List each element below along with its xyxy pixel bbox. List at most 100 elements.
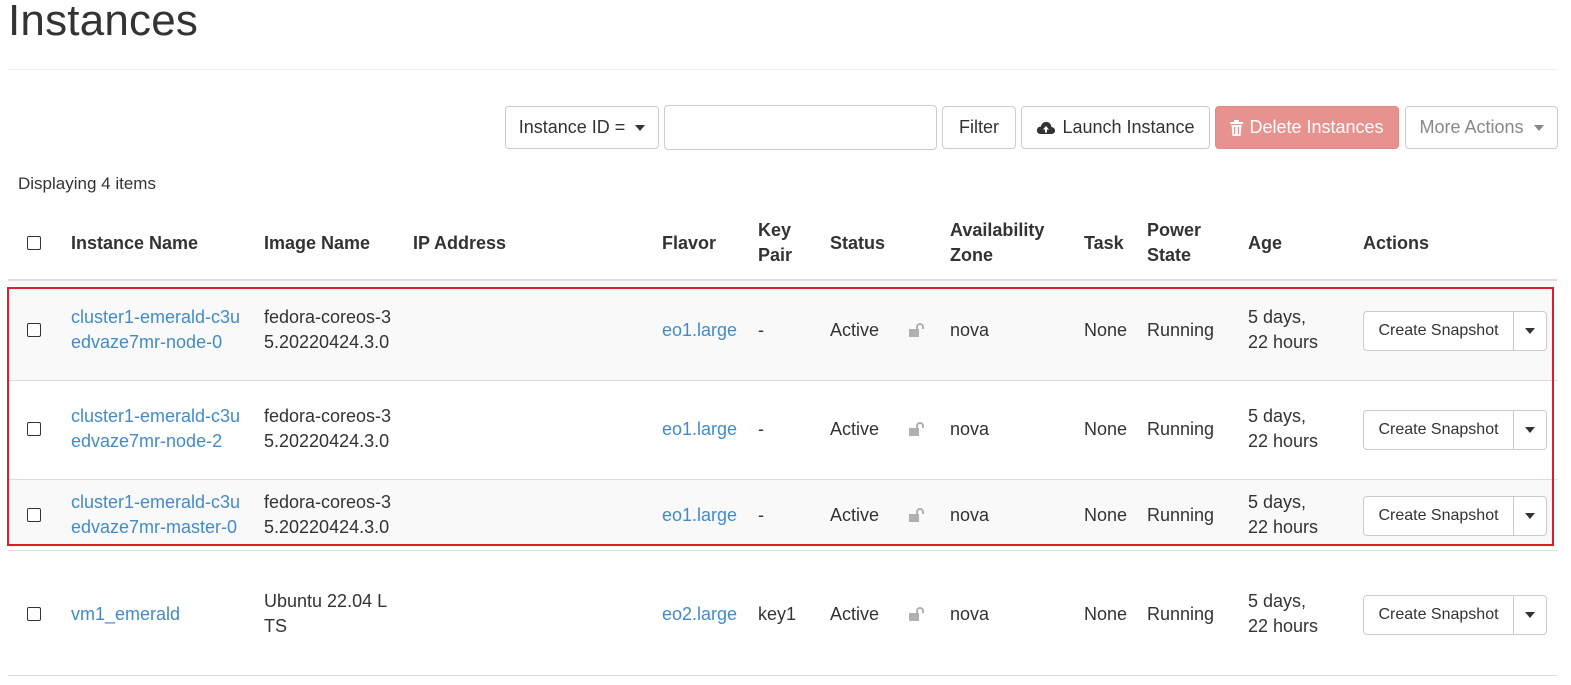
age-line1: 5 days,	[1248, 591, 1307, 611]
column-header-power-line1: Power	[1147, 220, 1202, 240]
row-divider	[8, 380, 1557, 381]
caret-down-icon	[1533, 124, 1544, 131]
unlock-icon	[909, 508, 924, 522]
row-actions-toggle[interactable]	[1513, 595, 1547, 635]
availability-zone-cell: nova	[950, 604, 990, 624]
column-header-power-line2: State	[1147, 245, 1192, 265]
age-cell: 5 days, 22 hours	[1248, 305, 1318, 355]
flavor-link[interactable]: eo1.large	[662, 318, 737, 343]
row-checkbox[interactable]	[27, 508, 41, 522]
create-snapshot-button[interactable]: Create Snapshot	[1363, 311, 1513, 351]
status-cell: Active	[830, 505, 880, 525]
column-header-ip-address[interactable]: IP Address	[413, 218, 506, 268]
row-actions-toggle[interactable]	[1513, 311, 1547, 351]
instance-name-line2: edvaze7mr-master-0	[71, 517, 238, 537]
table-row-bg	[8, 281, 1557, 380]
key-pair-cell: -	[758, 419, 764, 439]
age-line2: 22 hours	[1248, 332, 1319, 352]
unlock-icon	[909, 422, 924, 436]
filter-field-dropdown[interactable]: Instance ID =	[505, 106, 659, 149]
power-state-cell: Running	[1147, 419, 1215, 439]
image-name-line1: Ubuntu 22.04 L	[264, 591, 388, 611]
image-name-cell: fedora-coreos-3 5.20220424.3.0	[264, 305, 391, 355]
instance-name-line1: vm1_emerald	[71, 604, 181, 624]
column-header-availability-zone[interactable]: Availability Zone	[950, 218, 1044, 268]
flavor-link[interactable]: eo1.large	[662, 503, 737, 528]
key-pair-cell: key1	[758, 604, 797, 624]
age-line2: 22 hours	[1248, 616, 1319, 636]
filter-field-label: Instance ID =	[518, 117, 626, 137]
column-header-power-state[interactable]: Power State	[1147, 218, 1201, 268]
unlock-icon	[909, 323, 924, 337]
launch-instance-button[interactable]: Launch Instance	[1021, 106, 1210, 149]
instance-name-line1: cluster1-emerald-c3u	[71, 307, 241, 327]
delete-instances-label: Delete Instances	[1249, 117, 1384, 137]
task-cell: None	[1084, 419, 1128, 439]
column-header-age[interactable]: Age	[1248, 218, 1282, 268]
column-header-key-pair-line2: Pair	[758, 245, 793, 265]
image-name-cell: fedora-coreos-3 5.20220424.3.0	[264, 404, 391, 454]
age-line2: 22 hours	[1248, 431, 1319, 451]
instance-name-link[interactable]: cluster1-emerald-c3u edvaze7mr-node-0	[71, 305, 240, 355]
task-cell: None	[1084, 320, 1128, 340]
column-header-status[interactable]: Status	[830, 218, 885, 268]
caret-down-icon	[1525, 513, 1535, 519]
status-cell: Active	[830, 419, 880, 439]
row-actions-group: Create Snapshot	[1363, 496, 1547, 536]
key-pair-cell: -	[758, 505, 764, 525]
power-state-cell: Running	[1147, 320, 1215, 340]
availability-zone-cell: nova	[950, 320, 990, 340]
flavor-link[interactable]: eo1.large	[662, 417, 737, 442]
row-actions-group: Create Snapshot	[1363, 595, 1547, 635]
column-header-az-line1: Availability	[950, 220, 1045, 240]
image-name-line2: 5.20220424.3.0	[264, 332, 390, 352]
filter-input[interactable]	[664, 105, 937, 150]
age-line1: 5 days,	[1248, 406, 1307, 426]
column-header-actions: Actions	[1363, 232, 1430, 253]
row-actions-group: Create Snapshot	[1363, 311, 1547, 351]
create-snapshot-button[interactable]: Create Snapshot	[1363, 595, 1513, 635]
row-actions-toggle[interactable]	[1513, 410, 1547, 450]
column-header-flavor[interactable]: Flavor	[662, 218, 716, 268]
more-actions-dropdown[interactable]: More Actions	[1405, 106, 1558, 149]
filter-button[interactable]: Filter	[942, 106, 1016, 149]
unlock-icon	[909, 607, 924, 621]
create-snapshot-button[interactable]: Create Snapshot	[1363, 410, 1513, 450]
page-title: Instances	[8, 0, 199, 45]
table-bottom-divider	[8, 675, 1557, 676]
column-header-image-name[interactable]: Image Name	[264, 218, 370, 268]
launch-instance-label: Launch Instance	[1062, 117, 1195, 137]
instance-name-line1: cluster1-emerald-c3u	[71, 406, 241, 426]
row-actions-toggle[interactable]	[1513, 496, 1547, 536]
select-all-checkbox[interactable]	[27, 236, 41, 250]
cloud-upload-icon	[1037, 121, 1056, 134]
caret-down-icon	[1525, 427, 1535, 433]
row-checkbox[interactable]	[27, 607, 41, 621]
image-name-cell: Ubuntu 22.04 L TS	[264, 589, 387, 639]
instance-name-line1: cluster1-emerald-c3u	[71, 492, 241, 512]
column-header-instance-name[interactable]: Instance Name	[71, 218, 198, 268]
instance-name-link[interactable]: cluster1-emerald-c3u edvaze7mr-master-0	[71, 490, 240, 540]
image-name-line1: fedora-coreos-3	[264, 307, 392, 327]
display-count: Displaying 4 items	[18, 174, 156, 193]
flavor-link[interactable]: eo2.large	[662, 602, 737, 627]
instance-name-link[interactable]: vm1_emerald	[71, 602, 180, 627]
row-checkbox[interactable]	[27, 422, 41, 436]
task-cell: None	[1084, 505, 1128, 525]
instance-name-link[interactable]: cluster1-emerald-c3u edvaze7mr-node-2	[71, 404, 240, 454]
create-snapshot-button[interactable]: Create Snapshot	[1363, 496, 1513, 536]
column-header-key-pair[interactable]: Key Pair	[758, 218, 792, 268]
column-header-task[interactable]: Task	[1084, 218, 1124, 268]
delete-instances-button[interactable]: Delete Instances	[1215, 106, 1399, 149]
column-header-key-pair-line1: Key	[758, 220, 792, 240]
row-checkbox[interactable]	[27, 323, 41, 337]
instance-name-line2: edvaze7mr-node-0	[71, 332, 223, 352]
trash-icon	[1230, 119, 1244, 136]
age-cell: 5 days, 22 hours	[1248, 404, 1318, 454]
caret-down-icon	[635, 124, 646, 131]
column-header-az-line2: Zone	[950, 245, 993, 265]
more-actions-label: More Actions	[1419, 117, 1524, 137]
key-pair-cell: -	[758, 320, 764, 340]
task-cell: None	[1084, 604, 1128, 624]
image-name-line2: TS	[264, 616, 288, 636]
